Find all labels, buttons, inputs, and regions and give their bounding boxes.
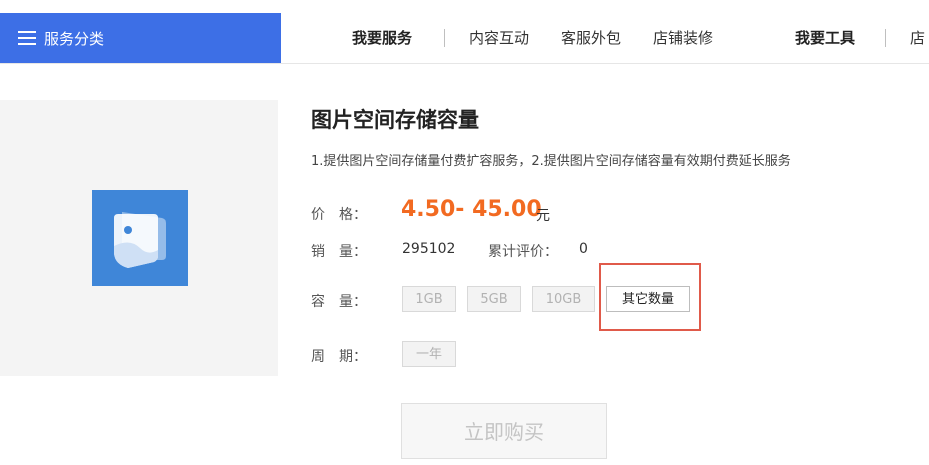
product-title: 图片空间存储容量	[311, 108, 479, 132]
capacity-option-1gb[interactable]: 1GB	[402, 286, 456, 312]
period-label: 周 期：	[311, 349, 367, 365]
capacity-label: 容 量：	[311, 294, 367, 310]
nav-my-tools[interactable]: 我要工具	[795, 13, 855, 63]
price-unit: 元	[536, 208, 550, 224]
capacity-option-10gb[interactable]: 10GB	[532, 286, 595, 312]
image-space-app-icon	[92, 190, 188, 286]
nav-divider	[444, 29, 445, 47]
nav-shop-truncated[interactable]: 店	[910, 13, 925, 63]
nav-my-services[interactable]: 我要服务	[352, 13, 412, 63]
price-label: 价 格：	[311, 207, 367, 223]
product-description: 1.提供图片空间存储量付费扩容服务，2.提供图片空间存储容量有效期付费延长服务	[311, 154, 791, 169]
reviews-count: 0	[579, 241, 588, 257]
buy-now-button[interactable]: 立即购买	[401, 403, 607, 459]
sales-label: 销 量：	[311, 244, 367, 260]
capacity-option-5gb[interactable]: 5GB	[467, 286, 521, 312]
period-option-one-year[interactable]: 一年	[402, 341, 456, 367]
nav-customer-service-outsourcing[interactable]: 客服外包	[561, 13, 621, 63]
nav-divider	[885, 29, 886, 47]
reviews-label: 累计评价：	[488, 244, 558, 260]
top-nav-bar: 服务分类 我要服务 内容互动 客服外包 店铺装修 我要工具 店	[0, 13, 929, 64]
nav-content-interaction[interactable]: 内容互动	[469, 13, 529, 63]
highlight-annotation-box	[599, 263, 701, 331]
price-value: 4.50- 45.00	[401, 197, 542, 222]
product-image	[0, 100, 278, 376]
nav-shop-decoration[interactable]: 店铺装修	[653, 13, 713, 63]
main-nav: 我要服务 内容互动 客服外包 店铺装修 我要工具 店	[0, 13, 929, 63]
sales-count: 295102	[402, 241, 456, 257]
